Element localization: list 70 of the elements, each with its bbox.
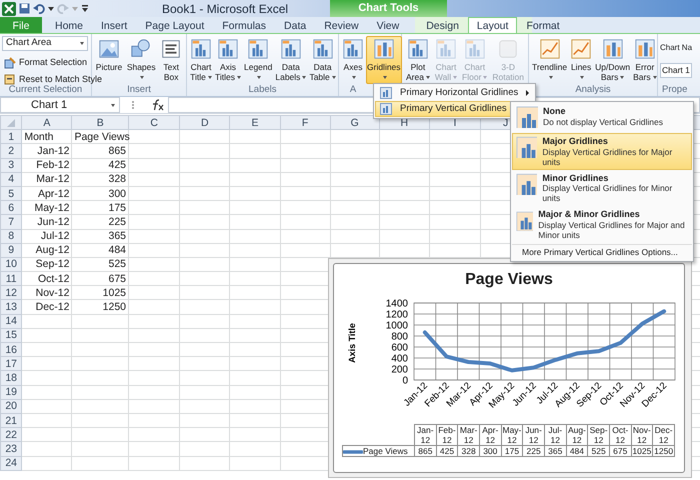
table-cell: 525: [72, 257, 129, 272]
table-cell: Jan-12: [22, 144, 72, 158]
table-cell: Apr-12: [22, 186, 72, 201]
table-cell: 425: [72, 158, 129, 172]
table-cell: Mar-12: [22, 172, 72, 186]
table-cell: 365: [72, 229, 129, 244]
table-cell: Dec-12: [22, 300, 72, 314]
table-cell: Jul-12: [544, 424, 566, 446]
table-cell: 300: [479, 446, 502, 456]
table-cell: Mar-12: [458, 424, 480, 446]
table-cell: 484: [566, 446, 588, 456]
chart-title: Page Views: [465, 270, 553, 290]
table-cell: 225: [72, 214, 129, 229]
table-cell: Jul-12: [22, 229, 72, 244]
group-label: A: [350, 84, 356, 95]
table-cell: Month: [22, 130, 72, 144]
table-cell: 1250: [72, 300, 129, 314]
table-cell: 1250: [652, 446, 674, 456]
group-label: Prope: [662, 84, 688, 95]
table-cell: Sep-12: [22, 257, 72, 272]
table-cell: 328: [72, 172, 129, 186]
table-cell: 1025: [72, 286, 129, 300]
table-cell: Oct-12: [609, 424, 632, 446]
table-cell: Aug-12: [22, 243, 72, 258]
table-cell: 675: [72, 272, 129, 286]
table-cell: Feb-12: [436, 424, 458, 446]
table-cell: May-12: [22, 200, 72, 215]
axis-tick-label: 1400: [386, 298, 408, 310]
axis-tick-label: 600: [391, 342, 408, 354]
field-label: Chart Na: [660, 42, 692, 54]
table-cell: Oct-12: [22, 272, 72, 286]
table-cell: Jun-12: [22, 214, 72, 229]
context-tab-header: Chart Tools: [330, 0, 447, 17]
table-cell: Apr-12: [479, 424, 502, 446]
table-cell: 365: [544, 446, 566, 456]
table-cell: Dec-12: [652, 424, 674, 446]
axis-title: Axis Title: [347, 323, 357, 363]
table-cell: 225: [522, 446, 544, 456]
table-cell: Jun-12: [522, 424, 544, 446]
table-cell: 425: [436, 446, 458, 456]
table-cell: Sep-12: [588, 424, 610, 446]
group-label: Insert: [127, 84, 151, 95]
group-label: Analysis: [575, 84, 611, 95]
table-cell: Feb-12: [22, 158, 72, 172]
table-cell: May-12: [501, 424, 523, 446]
axis-tick-label: 800: [391, 332, 408, 342]
table-cell: 300: [72, 186, 129, 201]
table-cell: 865: [72, 144, 129, 158]
table-cell: 675: [609, 446, 632, 456]
legend-entry: Page Views: [342, 446, 414, 456]
table-cell: 865: [414, 446, 436, 456]
table-cell: Nov-12: [631, 424, 653, 446]
table-cell: 1025: [631, 446, 653, 456]
table-cell: 175: [501, 446, 523, 456]
table-cell: 484: [72, 243, 129, 258]
table-cell: Aug-12: [566, 424, 588, 446]
group-label: Current Selection: [8, 84, 82, 95]
axis-tick-label: 200: [391, 364, 408, 376]
axis-tick-label: 1200: [386, 310, 408, 320]
table-cell: 175: [72, 200, 129, 215]
axis-tick-label: 0: [402, 376, 408, 386]
table-cell: 328: [458, 446, 480, 456]
axis-tick-label: 400: [391, 354, 408, 364]
group-label: Labels: [248, 84, 276, 95]
table-cell: Nov-12: [22, 286, 72, 300]
table-cell: 525: [588, 446, 610, 456]
table-cell: Page Views: [72, 130, 129, 144]
axis-tick-label: 1000: [386, 320, 408, 332]
window-title: Book1 - Microsoft Excel: [162, 0, 288, 18]
table-cell: Jan-12: [414, 424, 436, 446]
